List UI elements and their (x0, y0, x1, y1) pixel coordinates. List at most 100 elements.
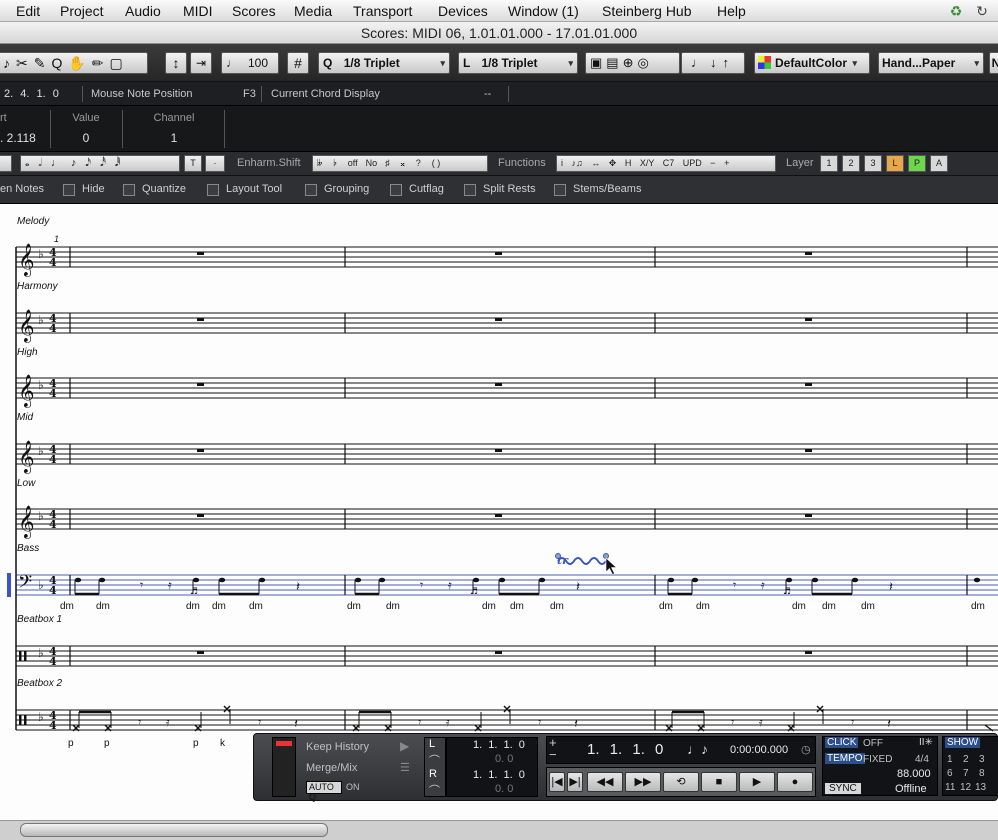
right-locator-value[interactable]: 1. 1. 1. 0 (473, 769, 525, 781)
layer-3-button[interactable]: 3 (864, 155, 882, 172)
move-vertical-icon[interactable]: ↕ (165, 52, 187, 74)
double-flat-button[interactable]: 𝄫 (317, 158, 333, 168)
half-note-icon[interactable]: 𝅗𝅥 (38, 157, 51, 169)
note-tool-icon[interactable]: ♪ (3, 55, 16, 71)
menu-scores[interactable]: Scores (232, 3, 276, 19)
cycle-icon[interactable]: ⟲ (663, 772, 699, 792)
fast-forward-icon[interactable]: ▶▶ (625, 772, 661, 792)
click-label[interactable]: CLICK (825, 737, 859, 748)
marker-2[interactable]: 2 (963, 754, 969, 765)
minus-icon[interactable]: − (549, 747, 557, 762)
brackets-button[interactable]: ( ) (432, 158, 441, 168)
channel-value[interactable]: 1 (140, 131, 208, 145)
info-button[interactable]: i (561, 158, 563, 168)
time-signature[interactable]: 4/4 (915, 754, 929, 765)
menu-audio[interactable]: Audio (125, 3, 161, 19)
play-icon[interactable]: ▶ (739, 772, 775, 792)
punch-out-icon[interactable]: ⌒ (429, 782, 440, 798)
lyric-dm[interactable]: dm (696, 601, 710, 612)
chord-button[interactable]: C7 (663, 158, 675, 168)
double-sharp-button[interactable]: 𝄪 (401, 158, 416, 168)
quantize-preset-select[interactable]: Q 1/8 Triplet ▾ (318, 52, 450, 74)
overflow-button[interactable]: N (989, 52, 998, 74)
value-value[interactable]: 0 (58, 131, 114, 145)
lyric-dm[interactable]: dm (971, 601, 985, 612)
menu-edit[interactable]: Edit (16, 3, 40, 19)
hand-tool-icon[interactable]: ✋ (68, 55, 91, 71)
note-up-icon[interactable]: ↑ (723, 55, 736, 70)
lyric-dm[interactable]: dm (822, 601, 836, 612)
thirtysecond-note-icon[interactable]: 𝅘𝅥𝅰 (100, 157, 115, 169)
zoom-tool-icon[interactable]: Q (51, 55, 68, 71)
marker-13[interactable]: 13 (975, 782, 986, 793)
question-button[interactable]: ? (416, 158, 432, 168)
score-canvas[interactable]: 𝄞 ♭ 44𝄞 ♭ 44𝄞 ♭ 44𝄞 ♭ 44𝄞 ♭ 44𝄢 ♭ 44♭ 44♭ 44𝄾 𝄿 ♬ 𝄽 𝄾 𝄿 ♬ 𝄽 𝄾 𝄿… (0, 204, 998, 820)
tuplet-button[interactable]: T (184, 155, 202, 172)
lyric-dm[interactable]: dm (186, 601, 200, 612)
time-value[interactable]: 0:00:00.000 (730, 744, 788, 756)
menu-media[interactable]: Media (294, 3, 332, 19)
layer-2-button[interactable]: 2 (842, 155, 860, 172)
whole-note-icon[interactable]: 𝅝 (25, 157, 38, 169)
menu-project[interactable]: Project (60, 3, 104, 19)
select-tool-icon[interactable]: ▢ (110, 55, 129, 71)
marker-11[interactable]: 11 (945, 782, 955, 793)
punch-in-icon[interactable]: ⌒ (429, 752, 440, 768)
pencil-tool-icon[interactable]: ✎ (34, 55, 52, 71)
tempo-value[interactable]: 88.000 (897, 768, 931, 780)
lyric-p[interactable]: p (68, 738, 74, 749)
lyric-dm[interactable]: dm (482, 601, 496, 612)
rewind-icon[interactable]: ◀◀ (587, 772, 623, 792)
go-to-start-icon[interactable]: |◀ (549, 772, 565, 792)
quarter-note-icon[interactable]: ♩ (51, 157, 71, 169)
paper-preset-select[interactable]: Hand...Paper ▾ (878, 52, 984, 74)
stems-beams-checkbox[interactable] (554, 184, 566, 196)
symbar-handle[interactable] (0, 155, 12, 172)
length-preset-select[interactable]: L 1/8 Triplet ▾ (458, 52, 578, 74)
lyric-dm[interactable]: dm (96, 601, 110, 612)
start-value[interactable]: . 2.118 (0, 131, 44, 145)
page-icon[interactable]: ▣ (590, 55, 606, 70)
metronome-icon[interactable]: II✳ (919, 737, 933, 748)
clip-indicator[interactable] (276, 741, 292, 746)
auto-q-button[interactable]: AUTO Q (306, 781, 342, 802)
move-button[interactable]: ✥ (609, 158, 617, 168)
lyric-k[interactable]: k (220, 738, 225, 749)
velocity-field[interactable]: ♩ 100 (221, 52, 279, 74)
lyric-dm[interactable]: dm (510, 601, 524, 612)
menu-steinberg-hub[interactable]: Steinberg Hub (602, 3, 692, 19)
tempo-mode[interactable]: FIXED (863, 754, 892, 765)
draw-tool-icon[interactable]: ✏ (92, 55, 110, 71)
sync-status-icon[interactable]: ♻ (948, 3, 964, 19)
eraser-tool-icon[interactable]: ✂ (16, 55, 34, 71)
marker-12[interactable]: 12 (960, 782, 971, 793)
split-rests-checkbox[interactable] (464, 184, 476, 196)
grid-icon[interactable]: # (287, 52, 309, 74)
refresh-icon[interactable]: ↻ (974, 3, 990, 19)
lyric-dm[interactable]: dm (861, 601, 875, 612)
keep-history-label[interactable]: Keep History (306, 741, 369, 753)
sixtyfourth-note-icon[interactable]: 𝅘𝅥𝅱 (115, 157, 130, 169)
enharm-off-button[interactable]: off (348, 158, 358, 168)
stop-icon[interactable]: ■ (701, 772, 737, 792)
lyric-dm[interactable]: dm (792, 601, 806, 612)
cutflag-checkbox[interactable] (390, 184, 402, 196)
show-markers-label[interactable]: SHOW (945, 737, 981, 748)
layer-a-button[interactable]: A (930, 155, 948, 172)
click-value[interactable]: OFF (863, 738, 883, 749)
plus-button[interactable]: + (724, 158, 729, 168)
xy-button[interactable]: X/Y (640, 158, 654, 168)
marker-1[interactable]: 1 (947, 754, 953, 765)
layout-tool-checkbox[interactable] (207, 184, 219, 196)
hide-checkbox[interactable] (63, 184, 75, 196)
layer-1-button[interactable]: 1 (820, 155, 838, 172)
lyric-p[interactable]: p (193, 738, 199, 749)
cycle-icon[interactable]: ⊕ (623, 55, 638, 70)
sync-label[interactable]: SYNC (825, 783, 861, 794)
flip-button[interactable]: ↔ (591, 158, 600, 168)
note-step-icon[interactable]: ♩ (691, 55, 710, 70)
right-locator-label[interactable]: R (429, 768, 437, 780)
merge-mix-label[interactable]: Merge/Mix (306, 762, 357, 774)
record-icon[interactable]: ● (777, 772, 813, 792)
go-to-end-icon[interactable]: ▶| (567, 772, 583, 792)
